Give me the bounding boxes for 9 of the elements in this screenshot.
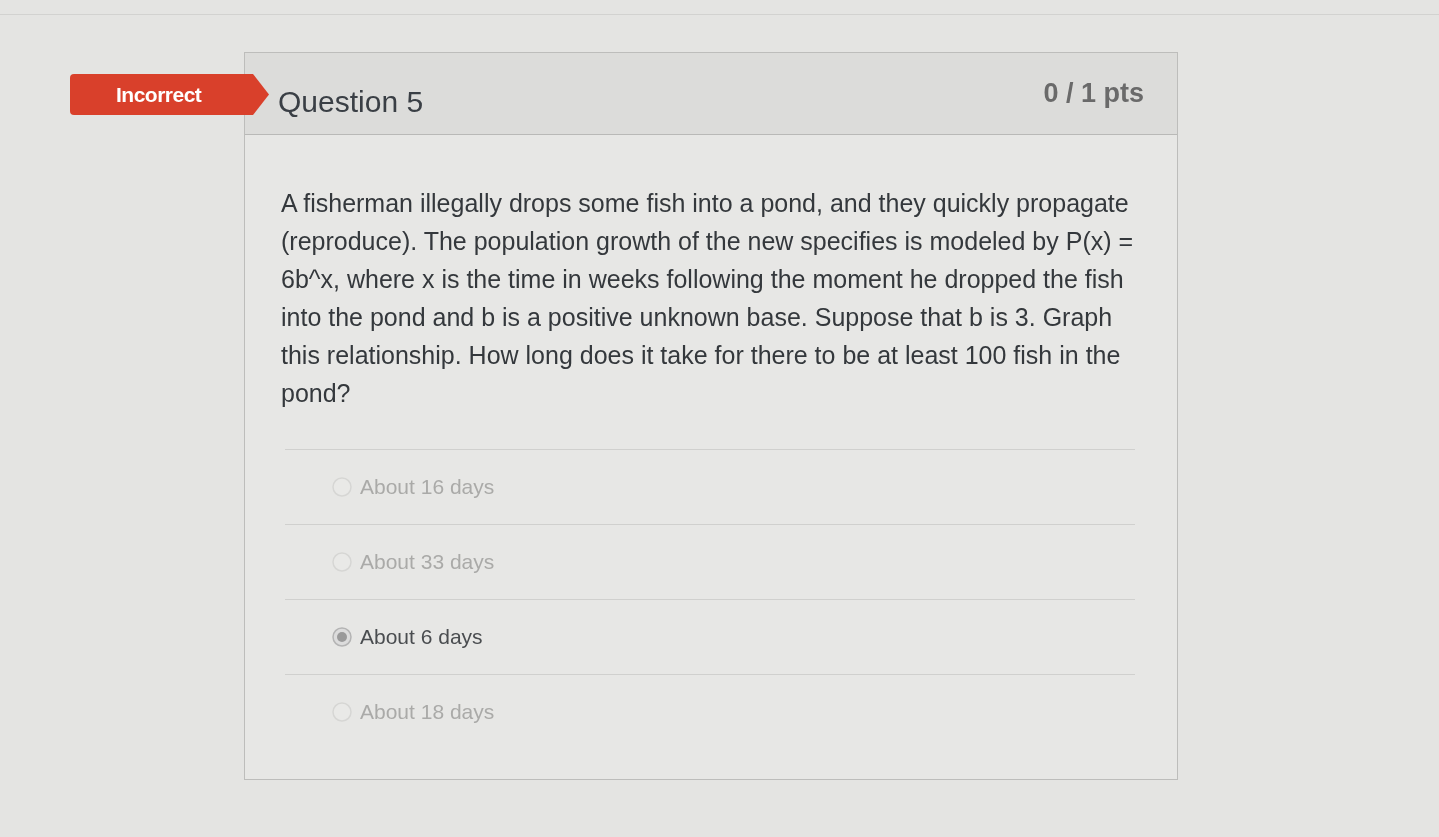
answer-option: About 6 days [360, 621, 483, 653]
radio-button[interactable] [332, 627, 352, 647]
question-title: Question 5 [278, 84, 424, 120]
answer-option: About 33 days [360, 546, 495, 578]
answer-option: About 18 days [360, 696, 495, 728]
answer-option: About 16 days [360, 471, 495, 503]
question-text: A fisherman illegally drops some fish into a pond, and they quickly propagate (reproduce). The population growth of the new specifies is modeled by P(x) = 6b^x, where x is the time in weeks following the moment he dropped the fish into the pond and b is a positive unknown base. Suppose that b is 3. Graph this relationship. How long does it take for there to be at least 100 fish in the pond? [281, 188, 1135, 409]
points-label: 0 / 1 pts [1043, 77, 1144, 110]
incorrect-badge: Incorrect [70, 74, 269, 115]
